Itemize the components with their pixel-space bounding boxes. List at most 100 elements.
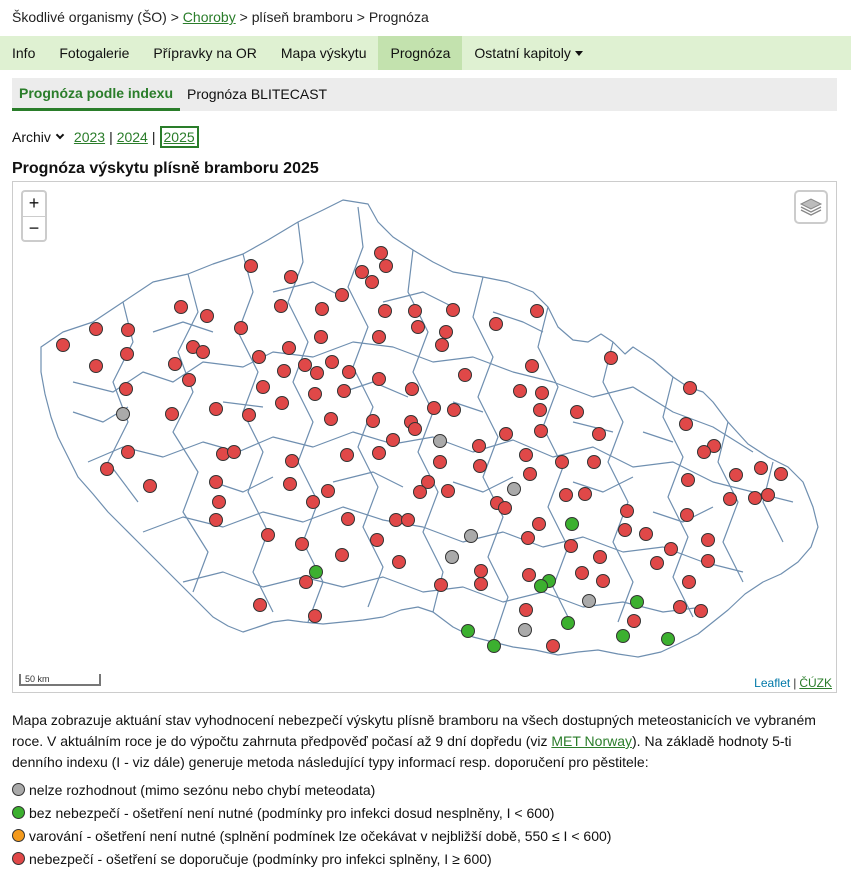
station-marker-red[interactable] (121, 323, 135, 337)
nav-fotogalerie[interactable]: Fotogalerie (47, 36, 141, 70)
zoom-out-button[interactable]: − (23, 216, 45, 240)
station-marker-red[interactable] (119, 382, 133, 396)
station-marker-red[interactable] (618, 523, 632, 537)
station-marker-red[interactable] (372, 372, 386, 386)
station-marker-red[interactable] (212, 495, 226, 509)
station-marker-red[interactable] (310, 366, 324, 380)
station-marker-red[interactable] (242, 408, 256, 422)
layers-button[interactable] (794, 190, 828, 224)
station-marker-red[interactable] (650, 556, 664, 570)
station-marker-red[interactable] (321, 484, 335, 498)
station-marker-red[interactable] (325, 355, 339, 369)
station-marker-green[interactable] (309, 565, 323, 579)
station-marker-red[interactable] (701, 533, 715, 547)
station-marker-red[interactable] (366, 414, 380, 428)
station-marker-red[interactable] (447, 403, 461, 417)
station-marker-red[interactable] (285, 454, 299, 468)
station-marker-red[interactable] (374, 246, 388, 260)
station-marker-red[interactable] (435, 338, 449, 352)
station-marker-red[interactable] (680, 508, 694, 522)
station-marker-red[interactable] (370, 533, 384, 547)
station-marker-red[interactable] (256, 380, 270, 394)
station-marker-green[interactable] (461, 624, 475, 638)
station-marker-red[interactable] (564, 539, 578, 553)
station-marker-red[interactable] (227, 445, 241, 459)
station-marker-red[interactable] (315, 302, 329, 316)
nav-ostatni-kapitoly[interactable]: Ostatní kapitoly (462, 36, 595, 70)
station-marker-red[interactable] (277, 364, 291, 378)
station-marker-red[interactable] (604, 351, 618, 365)
station-marker-red[interactable] (593, 550, 607, 564)
station-marker-red[interactable] (679, 417, 693, 431)
zoom-in-button[interactable]: + (23, 192, 45, 216)
station-marker-green[interactable] (487, 639, 501, 653)
station-marker-red[interactable] (575, 566, 589, 580)
station-marker-red[interactable] (209, 513, 223, 527)
attribution-leaflet-link[interactable]: Leaflet (754, 676, 790, 690)
station-marker-grey[interactable] (445, 550, 459, 564)
station-marker-red[interactable] (446, 303, 460, 317)
station-marker-red[interactable] (474, 564, 488, 578)
nav-mapa-vyskytu[interactable]: Mapa výskytu (269, 36, 379, 70)
station-marker-red[interactable] (458, 368, 472, 382)
station-marker-red[interactable] (355, 265, 369, 279)
station-marker-green[interactable] (661, 632, 675, 646)
station-marker-red[interactable] (299, 575, 313, 589)
station-marker-red[interactable] (427, 401, 441, 415)
station-marker-red[interactable] (533, 403, 547, 417)
station-marker-red[interactable] (408, 304, 422, 318)
station-marker-red[interactable] (519, 603, 533, 617)
nav-pripravky[interactable]: Přípravky na OR (141, 36, 268, 70)
station-marker-red[interactable] (681, 473, 695, 487)
station-marker-grey[interactable] (518, 623, 532, 637)
map-canvas[interactable] (13, 182, 837, 693)
station-marker-red[interactable] (283, 477, 297, 491)
station-marker-red[interactable] (337, 384, 351, 398)
station-marker-grey[interactable] (507, 482, 521, 496)
station-marker-green[interactable] (561, 616, 575, 630)
station-marker-red[interactable] (89, 359, 103, 373)
station-marker-red[interactable] (664, 542, 678, 556)
station-marker-red[interactable] (253, 598, 267, 612)
station-marker-red[interactable] (182, 373, 196, 387)
station-marker-red[interactable] (521, 531, 535, 545)
station-marker-red[interactable] (627, 614, 641, 628)
station-marker-red[interactable] (596, 574, 610, 588)
station-marker-red[interactable] (324, 412, 338, 426)
station-marker-red[interactable] (697, 445, 711, 459)
station-marker-red[interactable] (372, 330, 386, 344)
station-marker-red[interactable] (174, 300, 188, 314)
station-marker-red[interactable] (433, 455, 447, 469)
station-marker-red[interactable] (335, 548, 349, 562)
station-marker-red[interactable] (392, 555, 406, 569)
station-marker-red[interactable] (546, 639, 560, 653)
station-marker-red[interactable] (532, 517, 546, 531)
year-link-2023[interactable]: 2023 (74, 129, 105, 145)
station-marker-red[interactable] (525, 359, 539, 373)
station-marker-red[interactable] (200, 309, 214, 323)
tab-prognoza-blitecast[interactable]: Prognóza BLITECAST (180, 78, 334, 111)
station-marker-red[interactable] (120, 347, 134, 361)
station-marker-red[interactable] (441, 484, 455, 498)
station-marker-red[interactable] (341, 512, 355, 526)
station-marker-red[interactable] (761, 488, 775, 502)
station-marker-red[interactable] (559, 488, 573, 502)
station-marker-red[interactable] (592, 427, 606, 441)
station-marker-red[interactable] (196, 345, 210, 359)
station-marker-red[interactable] (308, 387, 322, 401)
map-container[interactable]: + − 50 km Leaflet | ČÚZK (12, 181, 837, 693)
station-marker-red[interactable] (295, 537, 309, 551)
station-marker-red[interactable] (639, 527, 653, 541)
station-marker-red[interactable] (209, 402, 223, 416)
station-marker-red[interactable] (701, 554, 715, 568)
station-marker-red[interactable] (234, 321, 248, 335)
station-marker-red[interactable] (261, 528, 275, 542)
station-marker-grey[interactable] (116, 407, 130, 421)
station-marker-red[interactable] (530, 304, 544, 318)
station-marker-red[interactable] (472, 439, 486, 453)
station-marker-red[interactable] (534, 424, 548, 438)
station-marker-red[interactable] (209, 475, 223, 489)
station-marker-red[interactable] (244, 259, 258, 273)
station-marker-red[interactable] (100, 462, 114, 476)
met-norway-link[interactable]: MET Norway (551, 733, 632, 749)
